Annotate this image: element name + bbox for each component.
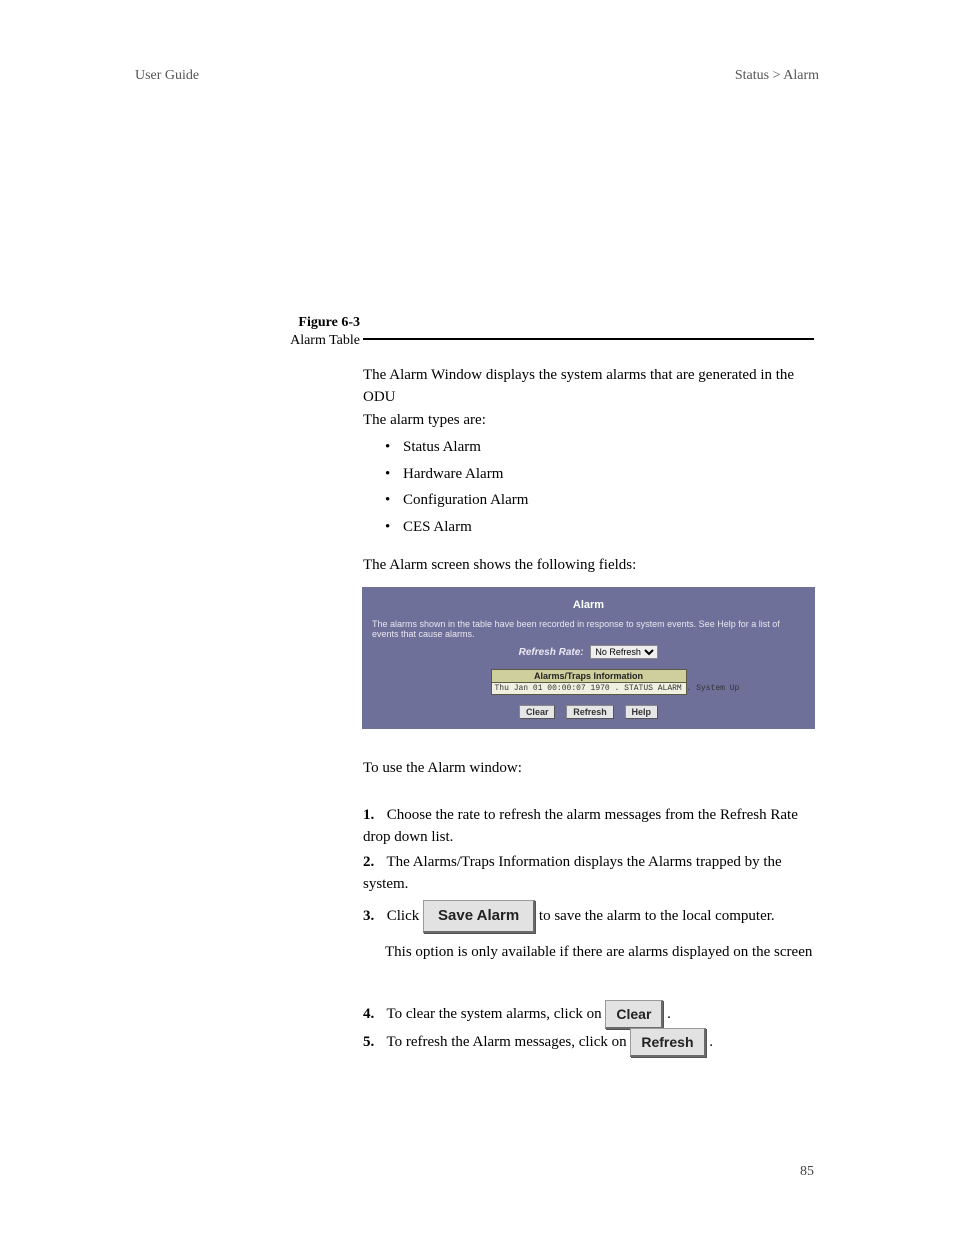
header-left: User Guide xyxy=(135,68,199,84)
refresh-rate-row: Refresh Rate: No Refresh xyxy=(362,645,815,659)
alarm-panel-description: The alarms shown in the table have been … xyxy=(362,611,815,645)
help-button[interactable]: Help xyxy=(625,705,659,719)
step-2: 2. The Alarms/Traps Information displays… xyxy=(363,852,814,896)
paragraph-fields-lead: The Alarm screen shows the following fie… xyxy=(363,555,814,577)
step-text-prefix: Click xyxy=(387,908,423,924)
step-1: 1. Choose the rate to refresh the alarm … xyxy=(363,805,814,849)
figure-title: Alarm Table xyxy=(140,333,360,349)
figure-number: Figure 6-3 xyxy=(140,315,360,331)
figure-rule xyxy=(363,338,814,340)
list-item: CES Alarm xyxy=(385,516,815,539)
refresh-button[interactable]: Refresh xyxy=(566,705,614,719)
step-number: 4. xyxy=(363,1004,383,1026)
refresh-button-inline[interactable]: Refresh xyxy=(630,1028,705,1057)
step-text-suffix: . xyxy=(667,1006,671,1022)
step-number: 5. xyxy=(363,1032,383,1054)
figure-caption: Figure 6-3 Alarm Table xyxy=(140,315,360,349)
step-number: 3. xyxy=(363,906,383,928)
step-text-prefix: To refresh the Alarm messages, click on xyxy=(386,1034,630,1050)
alarms-table: Alarms/Traps Information Thu Jan 01 00:0… xyxy=(491,669,687,695)
clear-button[interactable]: Clear xyxy=(519,705,556,719)
step-text-suffix: to save the alarm to the local computer. xyxy=(539,908,775,924)
alarm-panel-buttons: Clear Refresh Help xyxy=(362,705,815,719)
paragraph-alarm-types-lead: The alarm types are: xyxy=(363,410,814,432)
page: User Guide Status > Alarm Figure 6-3 Ala… xyxy=(0,0,954,1235)
step-3: 3. Click Save Alarm to save the alarm to… xyxy=(363,900,814,933)
save-alarm-button[interactable]: Save Alarm xyxy=(423,900,535,933)
list-item: Hardware Alarm xyxy=(385,463,815,486)
alarm-panel-title: Alarm xyxy=(362,587,815,611)
step-text-suffix: . xyxy=(709,1034,713,1050)
refresh-rate-label: Refresh Rate: xyxy=(519,647,584,658)
clear-button-inline[interactable]: Clear xyxy=(605,1000,663,1029)
alarm-types-list: Status Alarm Hardware Alarm Configuratio… xyxy=(385,436,815,542)
alarms-table-header: Alarms/Traps Information xyxy=(492,670,686,683)
step-text-prefix: To clear the system alarms, click on xyxy=(386,1006,605,1022)
step-3-note: This option is only available if there a… xyxy=(363,942,814,964)
list-item: Status Alarm xyxy=(385,436,815,459)
step-number: 2. xyxy=(363,852,383,874)
page-number: 85 xyxy=(800,1164,814,1180)
page-header: User Guide Status > Alarm xyxy=(135,68,819,84)
refresh-rate-select[interactable]: No Refresh xyxy=(590,645,658,659)
step-5: 5. To refresh the Alarm messages, click … xyxy=(363,1028,814,1057)
step-text: The Alarms/Traps Information displays th… xyxy=(363,854,782,892)
step-4: 4. To clear the system alarms, click on … xyxy=(363,1000,814,1029)
paragraph-intro: The Alarm Window displays the system ala… xyxy=(363,365,814,409)
header-right: Status > Alarm xyxy=(735,68,819,84)
step-text: Choose the rate to refresh the alarm mes… xyxy=(363,807,798,845)
list-item: Configuration Alarm xyxy=(385,489,815,512)
paragraph-howto-lead: To use the Alarm window: xyxy=(363,758,814,780)
alarm-panel: Alarm The alarms shown in the table have… xyxy=(362,587,815,729)
step-number: 1. xyxy=(363,805,383,827)
table-row: Thu Jan 01 00:00:07 1970 . STATUS ALARM … xyxy=(492,683,686,694)
